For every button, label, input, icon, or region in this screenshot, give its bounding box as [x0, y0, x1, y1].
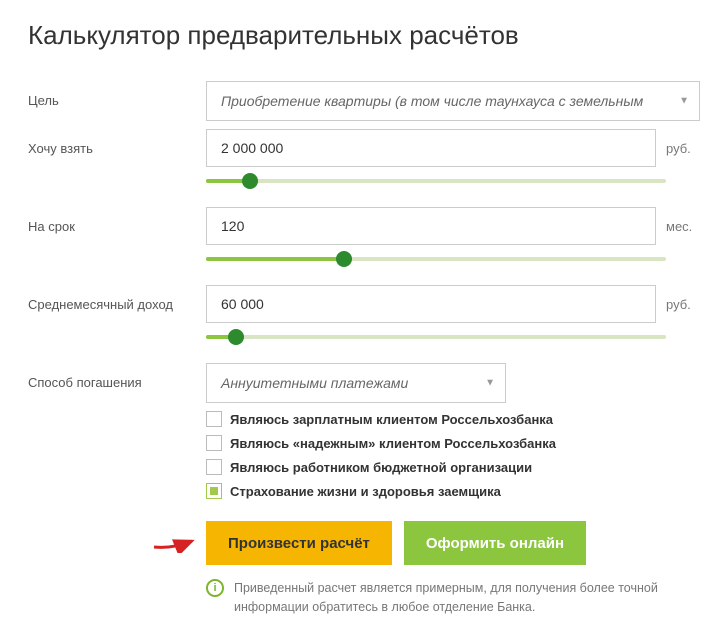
term-input[interactable] [206, 207, 656, 245]
income-input[interactable] [206, 285, 656, 323]
label-purpose: Цель [28, 81, 206, 108]
amount-slider[interactable] [206, 171, 700, 193]
calculate-button[interactable]: Произвести расчёт [206, 521, 392, 565]
checkbox-label: Являюсь зарплатным клиентом Россельхозба… [230, 412, 553, 427]
label-income: Среднемесячный доход [28, 285, 206, 312]
term-unit: мес. [666, 219, 700, 234]
checkbox-option-2[interactable]: Являюсь работником бюджетной организации [206, 459, 700, 475]
checkbox-label: Являюсь работником бюджетной организации [230, 460, 532, 475]
info-icon: i [206, 579, 224, 597]
income-slider[interactable] [206, 327, 700, 349]
amount-slider-thumb[interactable] [242, 173, 258, 189]
label-repay: Способ погашения [28, 363, 206, 390]
checkbox-box[interactable] [206, 435, 222, 451]
arrow-pointer-icon [152, 531, 200, 553]
label-term: На срок [28, 207, 206, 234]
repay-select[interactable]: Аннуитетными платежами ▼ [206, 363, 506, 403]
chevron-down-icon: ▼ [679, 96, 689, 107]
income-slider-thumb[interactable] [228, 329, 244, 345]
term-slider[interactable] [206, 249, 700, 271]
checkbox-option-0[interactable]: Являюсь зарплатным клиентом Россельхозба… [206, 411, 700, 427]
checkbox-label: Являюсь «надежным» клиентом Россельхозба… [230, 436, 556, 451]
chevron-down-icon: ▼ [485, 378, 495, 389]
checkbox-label: Страхование жизни и здоровья заемщика [230, 484, 501, 499]
disclaimer-text: Приведенный расчет является примерным, д… [234, 579, 700, 617]
income-unit: руб. [666, 297, 700, 312]
amount-input[interactable] [206, 129, 656, 167]
checkbox-option-3[interactable]: Страхование жизни и здоровья заемщика [206, 483, 700, 499]
term-slider-thumb[interactable] [336, 251, 352, 267]
amount-unit: руб. [666, 141, 700, 156]
page-title: Калькулятор предварительных расчётов [28, 20, 700, 51]
checkbox-box[interactable] [206, 459, 222, 475]
checkbox-option-1[interactable]: Являюсь «надежным» клиентом Россельхозба… [206, 435, 700, 451]
purpose-select-value: Приобретение квартиры (в том числе таунх… [221, 93, 643, 109]
apply-online-button[interactable]: Оформить онлайн [404, 521, 586, 565]
checkbox-box[interactable] [206, 483, 222, 499]
purpose-select[interactable]: Приобретение квартиры (в том числе таунх… [206, 81, 700, 121]
repay-select-value: Аннуитетными платежами [221, 375, 408, 391]
label-amount: Хочу взять [28, 129, 206, 156]
checkbox-box[interactable] [206, 411, 222, 427]
